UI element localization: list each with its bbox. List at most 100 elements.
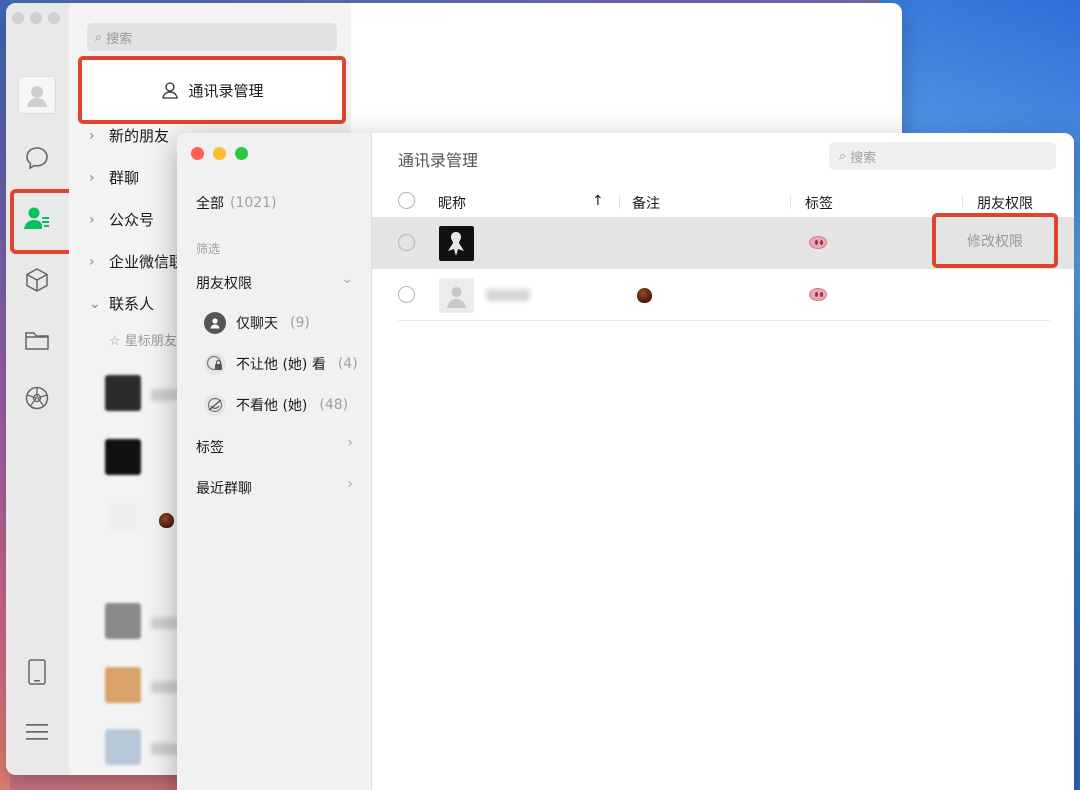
table-row[interactable] xyxy=(372,269,1074,321)
contact-name-blurred xyxy=(151,389,179,401)
sidebar-all-label: 全部 xyxy=(196,196,224,212)
phone-icon[interactable] xyxy=(20,655,54,689)
contact-avatar[interactable] xyxy=(105,667,141,703)
manager-search-input[interactable]: ⌕ 搜索 xyxy=(829,142,1056,170)
group-new-friends[interactable]: › 新的朋友 xyxy=(89,125,169,146)
hide-their-moments-label: 不看他 (她) xyxy=(236,398,308,414)
column-divider xyxy=(619,195,620,209)
cube-icon[interactable] xyxy=(20,263,54,297)
sidebar-item-hide-my-moments[interactable]: 不让他 (她) 看 (4) xyxy=(204,353,358,375)
moments-aperture-icon[interactable] xyxy=(20,381,54,415)
group-wecom-contacts[interactable]: › 企业微信联 xyxy=(89,251,184,272)
page-title: 通讯录管理 xyxy=(398,151,479,170)
column-permissions[interactable]: 朋友权限 xyxy=(977,193,1033,213)
modify-permission-button[interactable]: 修改权限 xyxy=(932,213,1058,268)
eye-slash-aperture-icon xyxy=(204,394,226,416)
column-nickname[interactable]: 昵称 xyxy=(438,193,466,213)
chevron-right-icon: › xyxy=(347,435,353,451)
search-input[interactable]: ⌕ 搜索 xyxy=(87,23,337,51)
close-dot-icon[interactable] xyxy=(191,147,204,160)
window-controls xyxy=(191,147,248,160)
sidebar-item-recent-groups[interactable]: 最近群聊 xyxy=(196,478,252,498)
chat-only-count: (9) xyxy=(290,315,310,331)
person-outline-icon xyxy=(162,82,179,99)
row-checkbox[interactable] xyxy=(398,286,415,303)
group-contacts[interactable]: ⌄ 联系人 xyxy=(89,293,154,314)
search-placeholder: 搜索 xyxy=(106,31,133,47)
sidebar-all-count: (1021) xyxy=(230,195,277,211)
close-dot-icon[interactable] xyxy=(12,12,24,24)
manager-sidebar: 全部 (1021) 筛选 朋友权限 ⌄ 仅聊天 (9) 不让他 (她) 看 (4… xyxy=(177,133,372,790)
chevron-right-icon: › xyxy=(89,253,95,270)
contacts-icon-highlight xyxy=(10,189,76,254)
contacts-manager-window: 全部 (1021) 筛选 朋友权限 ⌄ 仅聊天 (9) 不让他 (她) 看 (4… xyxy=(177,133,1074,790)
minimize-dot-icon[interactable] xyxy=(30,12,42,24)
group-label: 群聊 xyxy=(109,169,140,187)
user-avatar[interactable] xyxy=(18,76,56,114)
recent-groups-label: 最近群聊 xyxy=(196,481,252,497)
sidebar-item-chat-only[interactable]: 仅聊天 (9) xyxy=(204,312,310,334)
nav-sidebar xyxy=(6,3,76,775)
contact-avatar-placeholder xyxy=(439,278,474,313)
starred-friends-label: ☆ 星标朋友 xyxy=(109,334,177,349)
contact-name-blurred xyxy=(151,681,179,693)
pig-emoji-tag-icon xyxy=(809,236,827,249)
chestnut-emoji-remark-icon xyxy=(637,288,652,303)
select-all-checkbox[interactable] xyxy=(398,192,415,209)
contact-avatar[interactable] xyxy=(109,503,137,531)
manager-search-placeholder: 搜索 xyxy=(850,150,877,166)
contact-avatar[interactable] xyxy=(105,729,141,765)
lock-aperture-icon xyxy=(204,353,226,375)
hide-my-moments-count: (4) xyxy=(337,356,358,372)
sidebar-item-all[interactable]: 全部 (1021) xyxy=(196,193,277,213)
person-chat-only-icon xyxy=(204,312,226,334)
chevron-right-icon: › xyxy=(347,476,353,492)
contact-avatar[interactable] xyxy=(105,375,141,411)
hide-my-moments-label: 不让他 (她) 看 xyxy=(236,357,326,373)
group-label: 企业微信联 xyxy=(109,253,185,271)
filter-section-label: 筛选 xyxy=(196,242,221,256)
minimize-dot-icon[interactable] xyxy=(213,147,226,160)
group-official-accounts[interactable]: › 公众号 xyxy=(89,209,154,230)
chevron-right-icon: › xyxy=(89,169,95,186)
search-icon: ⌕ xyxy=(95,29,103,45)
contacts-manage-label: 通讯录管理 xyxy=(188,81,264,100)
sidebar-item-tags[interactable]: 标签 xyxy=(196,437,224,457)
search-icon: ⌕ xyxy=(839,148,847,164)
contacts-manage-button[interactable]: 通讯录管理 xyxy=(78,56,346,124)
chat-only-label: 仅聊天 xyxy=(236,316,278,332)
sidebar-item-friend-permissions[interactable]: 朋友权限 xyxy=(196,273,252,293)
contact-name-blurred xyxy=(151,617,179,629)
chevron-right-icon: › xyxy=(89,127,95,144)
tags-label: 标签 xyxy=(196,440,224,456)
hide-their-moments-count: (48) xyxy=(319,397,349,413)
chat-bubble-icon[interactable] xyxy=(20,141,54,175)
column-remark[interactable]: 备注 xyxy=(632,193,660,213)
column-divider xyxy=(790,195,791,209)
contact-name-blurred xyxy=(151,743,179,755)
row-checkbox[interactable] xyxy=(398,234,415,251)
contact-avatar[interactable] xyxy=(105,439,141,475)
window-controls-inactive xyxy=(12,12,60,24)
group-label: 联系人 xyxy=(109,295,155,313)
sidebar-item-hide-their-moments[interactable]: 不看他 (她) (48) xyxy=(204,394,348,416)
zoom-dot-icon[interactable] xyxy=(235,147,248,160)
zoom-dot-icon[interactable] xyxy=(48,12,60,24)
contact-name-blurred xyxy=(486,289,530,301)
friend-permissions-label: 朋友权限 xyxy=(196,276,252,292)
column-divider xyxy=(962,195,963,209)
folder-icon[interactable] xyxy=(20,323,54,357)
menu-icon[interactable] xyxy=(20,715,54,749)
group-label: 公众号 xyxy=(109,211,155,229)
chevron-right-icon: › xyxy=(89,211,95,228)
group-label: 新的朋友 xyxy=(109,127,170,145)
column-tags[interactable]: 标签 xyxy=(805,193,833,213)
manager-content: 通讯录管理 ⌕ 搜索 昵称 ↑ 备注 标签 朋友权限 修改权限 xyxy=(372,133,1074,790)
sort-arrow-icon[interactable]: ↑ xyxy=(592,193,604,209)
pig-emoji-tag-icon xyxy=(809,288,827,301)
group-group-chats[interactable]: › 群聊 xyxy=(89,167,139,188)
contact-avatar xyxy=(439,226,474,261)
contact-avatar[interactable] xyxy=(105,603,141,639)
chevron-down-icon: ⌄ xyxy=(89,295,101,312)
modify-permission-label: 修改权限 xyxy=(967,233,1023,250)
